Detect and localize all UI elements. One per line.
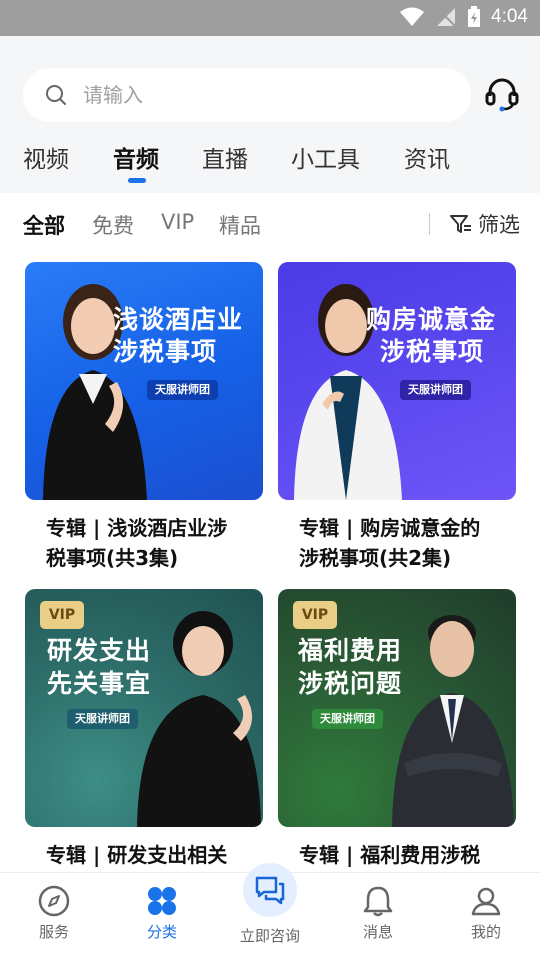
cover-title-line1: 福利费用 <box>298 636 403 665</box>
bottom-nav: 服务 分类 立即咨询 消息 我的 <box>0 863 540 961</box>
vip-badge: VIP <box>40 601 84 629</box>
album-cover: VIP 研发支出 先关事宜 天服讲师团 <box>25 589 263 827</box>
lecturer-team-badge: 天服讲师团 <box>147 380 218 400</box>
search-input[interactable] <box>81 82 445 108</box>
cover-title-line1: 研发支出 <box>47 636 152 665</box>
tab-video[interactable]: 视频 <box>23 140 69 174</box>
consult-button[interactable] <box>243 863 297 917</box>
lecturer-team-badge: 天服讲师团 <box>312 709 383 729</box>
nav-category-label: 分类 <box>146 923 177 941</box>
no-signal-icon <box>437 8 456 27</box>
nav-service[interactable]: 服务 <box>14 885 94 942</box>
album-title[interactable]: 专辑 | 浅谈酒店业涉税事项(共3集) <box>46 513 246 573</box>
filter-all[interactable]: 全部 <box>23 210 65 240</box>
cover-title-line2: 涉税事项 <box>113 337 218 366</box>
lecturer-team-badge: 天服讲师团 <box>400 380 471 400</box>
album-title[interactable]: 专辑 | 研发支出相关 <box>46 840 246 870</box>
compass-icon <box>38 885 70 917</box>
nav-messages[interactable]: 消息 <box>338 885 418 942</box>
album-cover: 浅谈酒店业 涉税事项 天服讲师团 <box>25 262 263 500</box>
nav-profile[interactable]: 我的 <box>446 885 526 942</box>
filter-divider <box>429 213 430 235</box>
chat-bubble-icon <box>255 876 285 905</box>
cover-title-line2: 先关事宜 <box>47 669 152 698</box>
album-title[interactable]: 专辑 | 购房诚意金的涉税事项(共2集) <box>299 513 499 573</box>
filter-premium[interactable]: 精品 <box>219 210 261 240</box>
lecturer-team-badge: 天服讲师团 <box>67 709 138 729</box>
status-time: 4:04 <box>491 6 528 27</box>
album-card[interactable]: 购房诚意金 涉税事项 天服讲师团 <box>278 262 516 500</box>
nav-messages-label: 消息 <box>362 923 393 941</box>
album-cover: VIP 福利费用 涉税问题 天服讲师团 <box>278 589 516 827</box>
album-cover: 购房诚意金 涉税事项 天服讲师团 <box>278 262 516 500</box>
bell-icon <box>363 886 393 917</box>
album-card[interactable]: VIP 研发支出 先关事宜 天服讲师团 <box>25 589 263 827</box>
cover-title-line1: 购房诚意金 <box>366 305 497 334</box>
nav-service-label: 服务 <box>38 923 69 941</box>
nav-consult-label: 立即咨询 <box>239 927 300 945</box>
album-card[interactable]: VIP 福利费用 涉税问题 天服讲师团 <box>278 589 516 827</box>
filter-vip[interactable]: VIP <box>161 210 194 234</box>
filter-button[interactable]: 筛选 <box>450 209 520 239</box>
cover-title-line1: 浅谈酒店业 <box>113 305 244 334</box>
lecturer-photo <box>392 615 514 827</box>
nav-profile-label: 我的 <box>470 923 501 941</box>
active-tab-indicator <box>128 178 146 183</box>
top-tabs: 视频 音频 直播 小工具 资讯 <box>0 136 540 192</box>
tab-audio[interactable]: 音频 <box>113 140 159 174</box>
status-bar: 4:04 <box>0 0 540 36</box>
nav-consult[interactable]: 立即咨询 <box>230 925 310 946</box>
search-bar[interactable] <box>23 68 471 122</box>
header: 视频 音频 直播 小工具 资讯 <box>0 36 540 193</box>
filter-row: 全部 免费 VIP 精品 筛选 <box>0 193 540 255</box>
cover-title-line2: 涉税事项 <box>380 337 485 366</box>
album-title[interactable]: 专辑 | 福利费用涉税 <box>299 840 499 870</box>
filter-free[interactable]: 免费 <box>92 210 134 240</box>
album-card[interactable]: 浅谈酒店业 涉税事项 天服讲师团 <box>25 262 263 500</box>
vip-badge: VIP <box>293 601 337 629</box>
search-icon <box>46 85 66 105</box>
tab-news[interactable]: 资讯 <box>404 140 450 174</box>
wifi-icon <box>400 7 425 26</box>
lecturer-photo <box>137 611 261 827</box>
tab-tools[interactable]: 小工具 <box>291 140 360 174</box>
category-icon <box>148 887 176 915</box>
filter-icon <box>450 215 471 233</box>
battery-icon <box>468 6 481 27</box>
filter-button-label: 筛选 <box>478 213 520 237</box>
cover-title-line2: 涉税问题 <box>298 669 403 698</box>
nav-category[interactable]: 分类 <box>122 885 202 942</box>
user-icon <box>471 887 501 916</box>
tab-live[interactable]: 直播 <box>202 140 248 174</box>
customer-service-icon[interactable] <box>484 76 520 112</box>
